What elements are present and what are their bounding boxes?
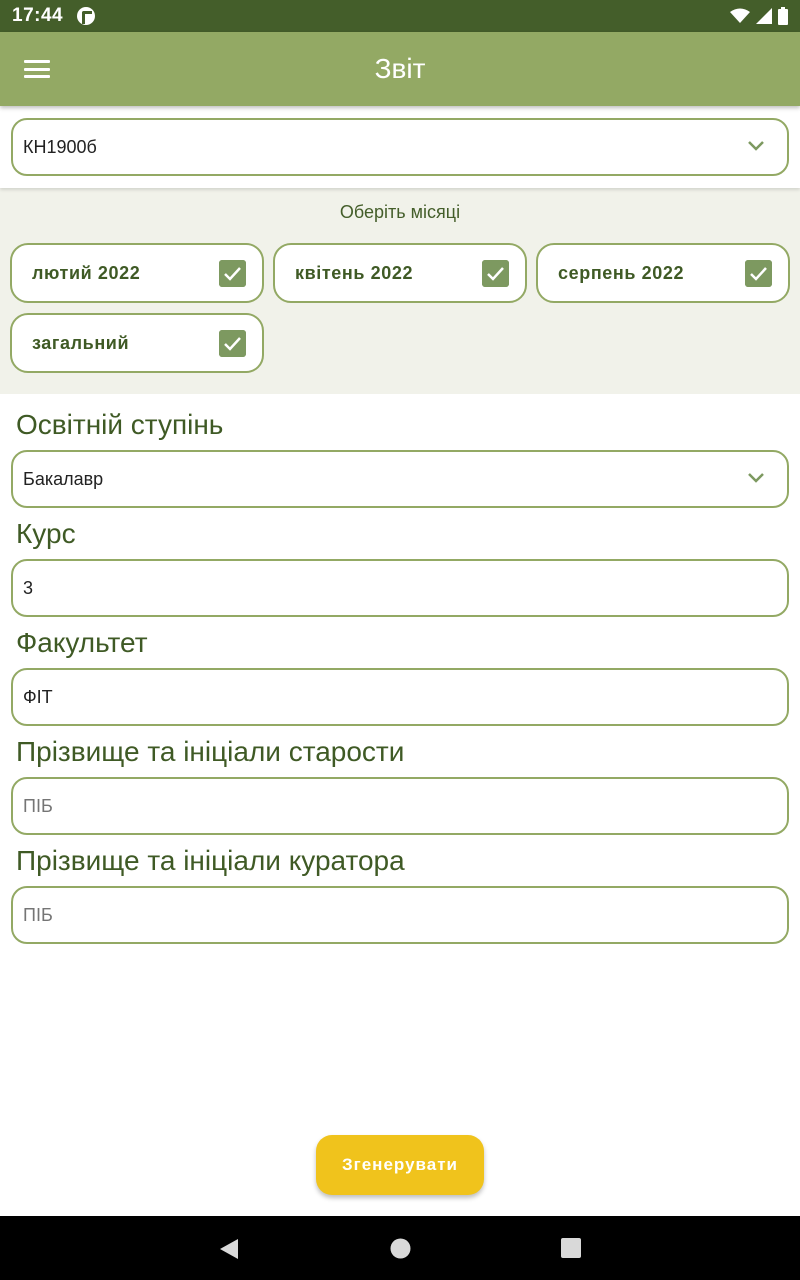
recents-icon[interactable]: [561, 1238, 581, 1258]
course-field[interactable]: [11, 559, 789, 617]
degree-select[interactable]: Бакалавр: [11, 450, 789, 508]
navigation-bar: [0, 1216, 800, 1280]
group-select[interactable]: КН1900б: [11, 118, 789, 176]
group-section: КН1900б: [0, 106, 800, 188]
month-chip-general[interactable]: загальний: [10, 313, 264, 373]
month-chip-apr-2022[interactable]: квітень 2022: [273, 243, 527, 303]
chevron-down-icon: [748, 141, 764, 151]
page-title: Звіт: [374, 53, 426, 84]
home-icon[interactable]: [390, 1238, 411, 1259]
back-icon[interactable]: [219, 1238, 239, 1260]
month-chip-label: загальний: [32, 332, 130, 353]
degree-select-value: Бакалавр: [23, 468, 104, 489]
chevron-down-icon: [748, 473, 764, 483]
checkbox-checked-icon[interactable]: [219, 260, 246, 287]
wifi-icon: [730, 8, 750, 23]
signal-icon: [756, 8, 772, 24]
month-chip-label: квітень 2022: [295, 262, 414, 283]
faculty-label: Факультет: [16, 627, 148, 658]
hamburger-menu-icon[interactable]: [24, 60, 50, 78]
status-bar: 17:44: [0, 0, 800, 32]
months-label: Оберіть місяці: [339, 202, 461, 222]
checkbox-checked-icon[interactable]: [745, 260, 772, 287]
app-notification-icon: [77, 7, 96, 25]
months-section: Оберіть місяці лютий 2022 квітень 2022 с…: [0, 188, 800, 394]
headman-name-field[interactable]: [11, 777, 789, 835]
status-icons: [730, 7, 788, 25]
app-bar: Звіт: [0, 32, 800, 106]
status-time: 17:44: [12, 5, 64, 26]
curator-name-field[interactable]: [11, 886, 789, 944]
checkbox-checked-icon[interactable]: [482, 260, 509, 287]
faculty-field[interactable]: [11, 668, 789, 726]
checkbox-checked-icon[interactable]: [219, 330, 246, 357]
headman-label: Прізвище та ініціали старости: [16, 736, 405, 767]
generate-button[interactable]: Згенерувати: [316, 1135, 484, 1195]
month-chip-aug-2022[interactable]: серпень 2022: [536, 243, 790, 303]
month-chip-feb-2022[interactable]: лютий 2022: [10, 243, 264, 303]
month-chip-label: серпень 2022: [558, 262, 685, 283]
battery-icon: [778, 7, 788, 25]
month-chip-label: лютий 2022: [32, 262, 141, 283]
curator-label: Прізвище та ініціали куратора: [16, 845, 405, 876]
course-label: Курс: [16, 518, 76, 549]
group-select-value: КН1900б: [23, 136, 97, 157]
degree-label: Освітній ступінь: [16, 409, 224, 440]
